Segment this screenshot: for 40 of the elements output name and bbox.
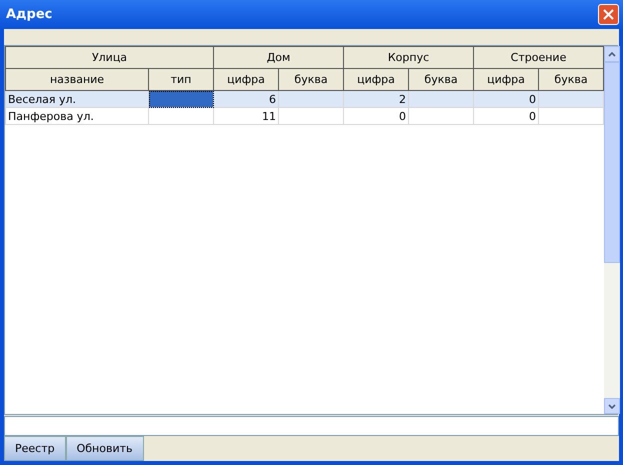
scroll-thumb[interactable] (604, 62, 620, 263)
table-cell[interactable] (278, 108, 344, 124)
table-cell[interactable]: Панферова ул. (6, 108, 148, 124)
scrollbar[interactable] (604, 46, 620, 414)
chevron-up-icon (608, 52, 616, 56)
column-group-header: Дом (214, 46, 344, 68)
scroll-down-button[interactable] (604, 398, 620, 414)
column-header: буква (408, 68, 474, 90)
table-cell[interactable] (148, 108, 214, 124)
scroll-up-button[interactable] (604, 46, 620, 62)
table-cell[interactable] (408, 108, 474, 124)
table-cell[interactable]: Веселая ул. (6, 90, 148, 108)
table-cell[interactable]: 6 (214, 90, 278, 108)
toolbar-button[interactable]: Реестр (4, 436, 66, 461)
column-header: название (6, 68, 148, 90)
table-cell[interactable] (408, 90, 474, 108)
table-cell[interactable]: 0 (344, 108, 408, 124)
close-icon (603, 9, 614, 20)
table-cell[interactable]: 0 (474, 90, 538, 108)
table-cell[interactable]: 2 (344, 90, 408, 108)
column-group-header: Корпус (344, 46, 474, 68)
column-group-header: Строение (474, 46, 604, 68)
column-header: буква (538, 68, 604, 90)
column-header: цифра (344, 68, 408, 90)
table-cell[interactable]: 0 (474, 108, 538, 124)
chevron-down-icon (608, 404, 616, 408)
table-cell[interactable] (538, 108, 604, 124)
close-button[interactable] (598, 4, 619, 25)
table-cell[interactable] (278, 90, 344, 108)
input-field[interactable] (4, 416, 619, 436)
column-header: буква (278, 68, 344, 90)
table-cell[interactable] (148, 90, 214, 108)
toolbar-button[interactable]: Обновить (66, 436, 144, 461)
table-cell[interactable] (538, 90, 604, 108)
window-title: Адрес (6, 7, 52, 22)
column-header: тип (148, 68, 214, 90)
column-header: цифра (474, 68, 538, 90)
column-header: цифра (214, 68, 278, 90)
table-cell[interactable]: 11 (214, 108, 278, 124)
column-group-header: Улица (6, 46, 214, 68)
